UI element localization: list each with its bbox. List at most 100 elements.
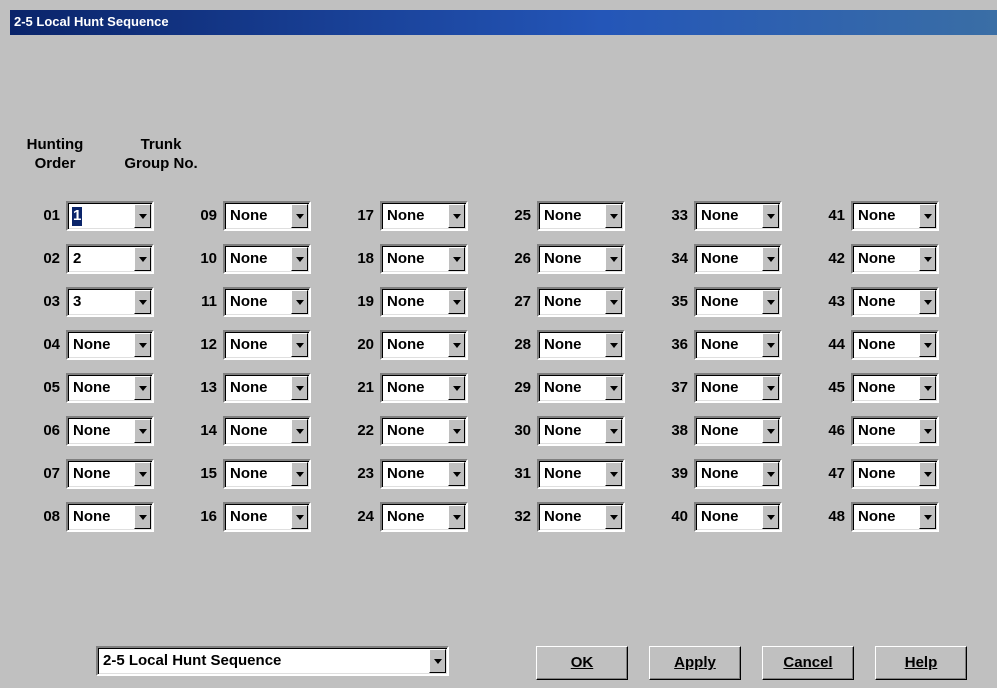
- trunk-group-dropdown-28[interactable]: None: [537, 330, 625, 360]
- trunk-group-dropdown-45[interactable]: None: [851, 373, 939, 403]
- trunk-group-dropdown-04[interactable]: None: [66, 330, 154, 360]
- trunk-group-dropdown-23[interactable]: None: [380, 459, 468, 489]
- chevron-down-icon[interactable]: [919, 419, 936, 443]
- chevron-down-icon[interactable]: [448, 505, 465, 529]
- trunk-group-dropdown-16[interactable]: None: [223, 502, 311, 532]
- trunk-group-dropdown-26[interactable]: None: [537, 244, 625, 274]
- trunk-group-dropdown-27[interactable]: None: [537, 287, 625, 317]
- chevron-down-icon[interactable]: [919, 462, 936, 486]
- trunk-group-dropdown-02[interactable]: 2: [66, 244, 154, 274]
- chevron-down-icon[interactable]: [762, 333, 779, 357]
- chevron-down-icon[interactable]: [134, 204, 151, 228]
- chevron-down-icon[interactable]: [134, 419, 151, 443]
- chevron-down-icon[interactable]: [762, 376, 779, 400]
- chevron-down-icon[interactable]: [762, 247, 779, 271]
- chevron-down-icon[interactable]: [605, 247, 622, 271]
- trunk-group-dropdown-17[interactable]: None: [380, 201, 468, 231]
- trunk-group-dropdown-34[interactable]: None: [694, 244, 782, 274]
- trunk-group-dropdown-21[interactable]: None: [380, 373, 468, 403]
- chevron-down-icon[interactable]: [291, 462, 308, 486]
- chevron-down-icon[interactable]: [291, 419, 308, 443]
- chevron-down-icon[interactable]: [134, 333, 151, 357]
- trunk-group-dropdown-37[interactable]: None: [694, 373, 782, 403]
- trunk-group-dropdown-36[interactable]: None: [694, 330, 782, 360]
- help-button[interactable]: Help: [875, 646, 967, 680]
- chevron-down-icon[interactable]: [605, 419, 622, 443]
- chevron-down-icon[interactable]: [448, 247, 465, 271]
- chevron-down-icon[interactable]: [919, 290, 936, 314]
- title-bar[interactable]: 2-5 Local Hunt Sequence: [10, 10, 997, 35]
- chevron-down-icon[interactable]: [605, 204, 622, 228]
- trunk-group-dropdown-10[interactable]: None: [223, 244, 311, 274]
- chevron-down-icon[interactable]: [291, 333, 308, 357]
- trunk-group-dropdown-42[interactable]: None: [851, 244, 939, 274]
- apply-button[interactable]: Apply: [649, 646, 741, 680]
- chevron-down-icon[interactable]: [291, 376, 308, 400]
- chevron-down-icon[interactable]: [429, 649, 446, 673]
- trunk-group-dropdown-01[interactable]: 1: [66, 201, 154, 231]
- trunk-group-dropdown-31[interactable]: None: [537, 459, 625, 489]
- trunk-group-dropdown-44[interactable]: None: [851, 330, 939, 360]
- cancel-button[interactable]: Cancel: [762, 646, 854, 680]
- trunk-group-dropdown-32[interactable]: None: [537, 502, 625, 532]
- chevron-down-icon[interactable]: [762, 290, 779, 314]
- chevron-down-icon[interactable]: [605, 505, 622, 529]
- trunk-group-dropdown-35[interactable]: None: [694, 287, 782, 317]
- trunk-group-dropdown-24[interactable]: None: [380, 502, 468, 532]
- trunk-group-dropdown-13[interactable]: None: [223, 373, 311, 403]
- trunk-group-dropdown-30[interactable]: None: [537, 416, 625, 446]
- trunk-group-dropdown-19[interactable]: None: [380, 287, 468, 317]
- trunk-group-dropdown-05[interactable]: None: [66, 373, 154, 403]
- chevron-down-icon[interactable]: [762, 419, 779, 443]
- trunk-group-dropdown-07[interactable]: None: [66, 459, 154, 489]
- chevron-down-icon[interactable]: [134, 462, 151, 486]
- chevron-down-icon[interactable]: [448, 204, 465, 228]
- chevron-down-icon[interactable]: [605, 376, 622, 400]
- trunk-group-dropdown-33[interactable]: None: [694, 201, 782, 231]
- chevron-down-icon[interactable]: [448, 290, 465, 314]
- trunk-group-dropdown-20[interactable]: None: [380, 330, 468, 360]
- chevron-down-icon[interactable]: [919, 376, 936, 400]
- trunk-group-dropdown-08[interactable]: None: [66, 502, 154, 532]
- chevron-down-icon[interactable]: [448, 419, 465, 443]
- trunk-group-dropdown-11[interactable]: None: [223, 287, 311, 317]
- chevron-down-icon[interactable]: [291, 204, 308, 228]
- chevron-down-icon[interactable]: [605, 290, 622, 314]
- chevron-down-icon[interactable]: [919, 505, 936, 529]
- chevron-down-icon[interactable]: [291, 505, 308, 529]
- trunk-group-dropdown-46[interactable]: None: [851, 416, 939, 446]
- chevron-down-icon[interactable]: [762, 204, 779, 228]
- chevron-down-icon[interactable]: [134, 290, 151, 314]
- chevron-down-icon[interactable]: [762, 505, 779, 529]
- trunk-group-dropdown-09[interactable]: None: [223, 201, 311, 231]
- chevron-down-icon[interactable]: [291, 290, 308, 314]
- chevron-down-icon[interactable]: [134, 247, 151, 271]
- chevron-down-icon[interactable]: [448, 462, 465, 486]
- trunk-group-dropdown-48[interactable]: None: [851, 502, 939, 532]
- trunk-group-dropdown-18[interactable]: None: [380, 244, 468, 274]
- trunk-group-dropdown-38[interactable]: None: [694, 416, 782, 446]
- trunk-group-dropdown-39[interactable]: None: [694, 459, 782, 489]
- chevron-down-icon[interactable]: [448, 333, 465, 357]
- trunk-group-dropdown-29[interactable]: None: [537, 373, 625, 403]
- chevron-down-icon[interactable]: [919, 333, 936, 357]
- chevron-down-icon[interactable]: [762, 462, 779, 486]
- trunk-group-dropdown-40[interactable]: None: [694, 502, 782, 532]
- trunk-group-dropdown-41[interactable]: None: [851, 201, 939, 231]
- chevron-down-icon[interactable]: [448, 376, 465, 400]
- trunk-group-dropdown-25[interactable]: None: [537, 201, 625, 231]
- trunk-group-dropdown-47[interactable]: None: [851, 459, 939, 489]
- trunk-group-dropdown-15[interactable]: None: [223, 459, 311, 489]
- trunk-group-dropdown-12[interactable]: None: [223, 330, 311, 360]
- trunk-group-dropdown-22[interactable]: None: [380, 416, 468, 446]
- trunk-group-dropdown-43[interactable]: None: [851, 287, 939, 317]
- chevron-down-icon[interactable]: [291, 247, 308, 271]
- trunk-group-dropdown-06[interactable]: None: [66, 416, 154, 446]
- chevron-down-icon[interactable]: [919, 204, 936, 228]
- trunk-group-dropdown-03[interactable]: 3: [66, 287, 154, 317]
- chevron-down-icon[interactable]: [605, 333, 622, 357]
- chevron-down-icon[interactable]: [919, 247, 936, 271]
- trunk-group-dropdown-14[interactable]: None: [223, 416, 311, 446]
- page-selector-dropdown[interactable]: 2-5 Local Hunt Sequence: [96, 646, 449, 676]
- chevron-down-icon[interactable]: [134, 376, 151, 400]
